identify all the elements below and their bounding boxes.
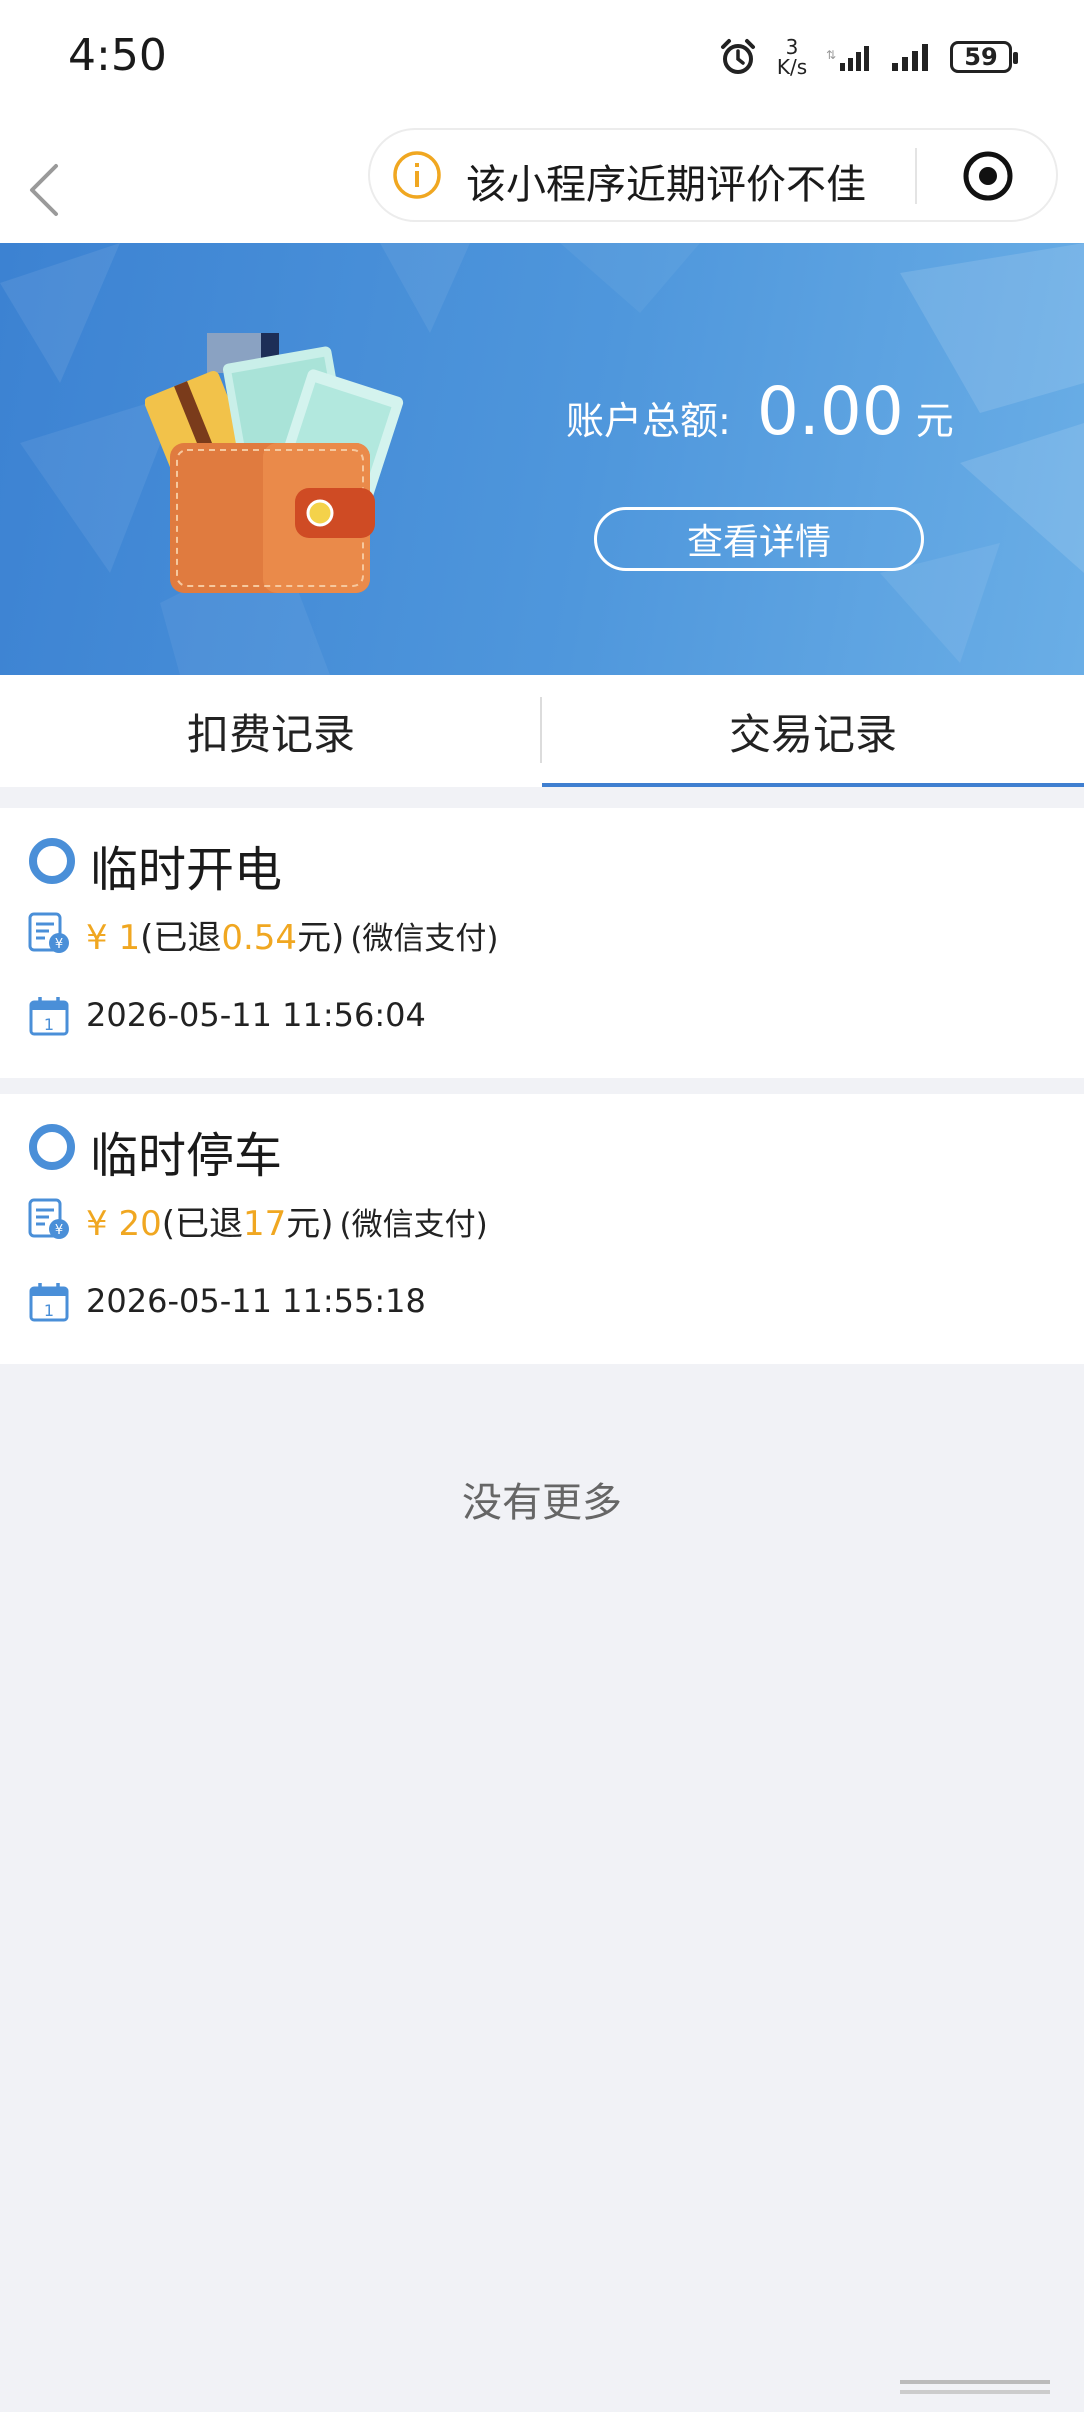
balance-unit: 元 <box>915 399 954 443</box>
refund-prefix: (已退 <box>161 1204 243 1244</box>
refund-amount: 0.54 <box>221 918 298 958</box>
info-icon <box>393 151 441 199</box>
calendar-icon: 1 <box>29 1283 69 1322</box>
net-speed-unit: K/s <box>776 55 808 79</box>
record-tabs: 扣费记录 交易记录 <box>0 675 1084 787</box>
alarm-icon <box>721 39 755 74</box>
transaction-record[interactable]: 临时停车 ¥ ¥ 20(已退17元) (微信支付) 1 2026-05-11 11… <box>0 1094 1084 1364</box>
battery-indicator: 59 <box>950 41 1018 73</box>
record-time: 2026-05-11 11:56:04 <box>86 996 426 1034</box>
close-target-icon[interactable] <box>962 150 1014 202</box>
capsule-divider <box>915 148 917 204</box>
account-banner: 账户总额: 0.00 元 查看详情 <box>0 243 1084 675</box>
mini-program-capsule: 该小程序近期评价不佳 <box>368 128 1058 222</box>
net-speed: 3 K/s <box>772 37 812 77</box>
pay-method: (微信支付) <box>339 1207 488 1243</box>
calendar-icon: 1 <box>29 997 69 1036</box>
refund-suffix: 元) <box>286 1204 334 1244</box>
signal-icon: ⇅ <box>826 46 869 71</box>
svg-text:⇅: ⇅ <box>826 48 836 62</box>
refund-prefix: (已退 <box>140 918 222 958</box>
balance-label: 账户总额: <box>566 399 731 443</box>
balance-row: 账户总额: 0.00 元 <box>566 373 954 450</box>
amount-line: ¥ 1(已退0.54元) (微信支付) <box>86 910 499 959</box>
record-time: 2026-05-11 11:55:18 <box>86 1282 426 1320</box>
net-speed-value: 3 <box>785 35 799 59</box>
currency-symbol: ¥ <box>86 1204 108 1244</box>
gesture-bar <box>900 2380 1050 2394</box>
view-details-button[interactable]: 查看详情 <box>594 507 924 571</box>
receipt-icon: ¥ <box>28 912 69 953</box>
no-more-label: 没有更多 <box>462 1480 622 1526</box>
status-icons: 3 K/s ⇅ 59 <box>718 32 1018 82</box>
wallet-illustration <box>145 333 404 593</box>
status-time: 4:50 <box>68 30 167 81</box>
receipt-icon: ¥ <box>28 1198 69 1239</box>
amount-line: ¥ 20(已退17元) (微信支付) <box>86 1196 488 1245</box>
tab-deduction-records[interactable]: 扣费记录 <box>0 675 542 787</box>
amount-value: 1 <box>118 918 141 958</box>
balance-value: 0.00 <box>756 373 904 450</box>
signal-icon-2 <box>892 44 928 71</box>
svg-text:1: 1 <box>44 1301 54 1320</box>
rating-notice[interactable]: 该小程序近期评价不佳 <box>466 152 866 210</box>
currency-symbol: ¥ <box>86 918 108 958</box>
back-arrow-icon[interactable] <box>22 160 66 220</box>
status-bar: 4:50 3 K/s ⇅ 59 <box>0 0 1084 118</box>
nav-bar: 该小程序近期评价不佳 <box>0 118 1084 243</box>
tab-transaction-records[interactable]: 交易记录 <box>542 675 1084 787</box>
circle-icon <box>29 838 75 884</box>
refund-amount: 17 <box>242 1204 287 1244</box>
transaction-record[interactable]: 临时开电 ¥ ¥ 1(已退0.54元) (微信支付) 1 2026-05-11 1… <box>0 808 1084 1078</box>
record-title: 临时开电 <box>90 842 283 898</box>
record-title: 临时停车 <box>90 1128 283 1184</box>
svg-text:1: 1 <box>44 1015 54 1034</box>
pay-method: (微信支付) <box>350 921 499 957</box>
svg-text:¥: ¥ <box>55 1223 63 1238</box>
refund-suffix: 元) <box>297 918 345 958</box>
circle-icon <box>29 1124 75 1170</box>
svg-text:¥: ¥ <box>55 937 63 952</box>
amount-value: 20 <box>118 1204 162 1244</box>
active-tab-underline <box>542 783 1084 787</box>
